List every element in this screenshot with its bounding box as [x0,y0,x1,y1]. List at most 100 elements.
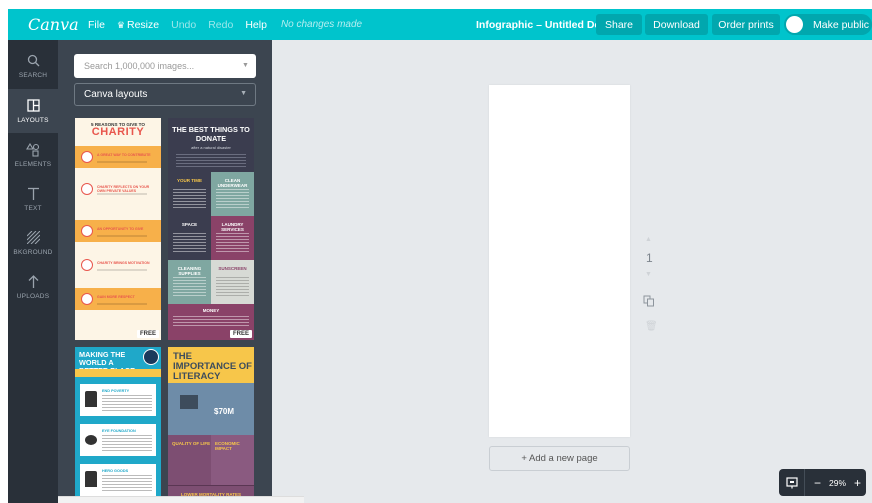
search-icon [27,54,40,70]
text-line [97,269,147,271]
bottom-scroll-strip [58,496,304,503]
sidebar-item-label: LAYOUTS [17,116,49,124]
thumbnail-cell-label: YOUR TIME [176,178,202,183]
present-icon[interactable] [779,469,805,496]
thumbnail-row-text: GAIN MORE RESPECT [97,295,135,299]
thumbnail-row: GAIN MORE RESPECT [75,288,161,310]
copy-icon[interactable] [643,295,655,307]
chevron-down-icon[interactable]: ▼ [645,271,652,278]
sidebar-item-layouts[interactable]: LAYOUTS [8,89,58,133]
thumbnail-cell-label: SPACE [181,222,198,227]
text-lines [176,154,246,168]
thumbnail-title: THE BEST THINGS TO DONATE [172,125,250,143]
layouts-panel: ▼ Canva layouts ▼ 5 REASONS TO GIVE TO C… [58,40,272,503]
page-number: 1 [646,251,653,265]
sidebar-item-elements[interactable]: ELEMENTS [8,133,58,177]
text-lines [216,233,249,253]
thumbnail-card-heading: END POVERTY [102,389,130,393]
text-line [97,235,147,237]
text-line [97,193,147,195]
uploads-icon [27,274,40,291]
layouts-dropdown[interactable]: Canva layouts ▼ [74,83,256,106]
thumbnail-cell: QUALITY OF LIFE [168,435,211,485]
layouts-icon [26,98,40,115]
text-lines [102,475,152,491]
thumbnail-cell: SUNSCREEN [211,260,254,304]
handshake-icon [81,293,93,305]
help-menu[interactable]: Help [245,19,267,31]
download-button[interactable]: Download [645,14,708,35]
thumbnail-cell: CLEANING SUPPLIES [168,260,211,304]
trash-icon[interactable]: 🗑 [645,321,658,332]
thumbnail-title: CHARITY [91,126,145,138]
sidebar-item-search[interactable]: SEARCH [8,44,58,88]
undo-button[interactable]: Undo [171,19,196,31]
redo-button[interactable]: Redo [208,19,233,31]
text-lines [216,189,249,209]
thumbnail-banner [75,369,161,377]
canva-logo[interactable]: Canva [28,15,79,34]
hand-icon [81,225,93,237]
heart-icon [81,151,93,163]
thumbnail-cell: SPACE [168,216,211,260]
layout-thumbnail-world[interactable]: MAKING THE WORLD A BETTER PLACE END POVE… [75,347,161,503]
sidebar-item-label: TEXT [24,204,42,212]
thumbnail-section [168,383,254,435]
thumbnail-cell: LAUNDRY SERVICES [211,216,254,260]
layout-thumbnail-charity[interactable]: 5 REASONS TO GIVE TO CHARITY A GREAT WAY… [75,118,161,340]
zoom-out-button[interactable]: − [814,476,821,490]
sidebar-item-label: UPLOADS [16,292,50,300]
person-icon [85,391,97,407]
text-lines [102,395,152,411]
thumbnail-title: THE IMPORTANCE OF LITERACY [173,351,252,382]
thumbnail-cell: YOUR TIME [168,172,211,216]
sidebar-item-text[interactable]: TEXT [8,177,58,221]
sidebar-item-label: BKGROUND [13,248,53,256]
thumbnail-cell: ECONOMIC IMPACT [211,435,254,485]
order-prints-button[interactable]: Order prints [712,14,780,35]
elements-icon [26,142,40,159]
resize-label: Resize [127,18,160,31]
text-icon [27,187,40,203]
thumbnail-cell-label: CLEANING SUPPLIES [177,266,202,276]
eye-icon [85,435,97,445]
thumbnail-card-heading: HERO GOODS [102,469,129,473]
thumbnail-row-text: CHARITY REFLECTS ON YOUR OWN PRIVATE VAL… [97,185,150,193]
thumbnail-row-text: A GREAT WAY TO CONTRIBUTE [97,153,151,157]
thumbnail-row-text: AN OPPORTUNITY TO GIVE [97,227,144,231]
thumbnail-card: END POVERTY [79,383,157,417]
layout-thumbnail-literacy[interactable]: THE IMPORTANCE OF LITERACY $70M QUALITY … [168,347,254,503]
text-line [97,161,147,163]
chevron-down-icon: ▼ [242,62,249,69]
text-lines [173,316,249,326]
text-lines [173,189,206,209]
thumbnail-row: CHARITY BRINGS MOTIVATION [75,254,161,276]
zoom-level[interactable]: 29% [829,478,846,488]
layout-thumbnail-donate[interactable]: THE BEST THINGS TO DONATE after a natura… [168,118,254,340]
text-lines [102,435,152,451]
file-menu[interactable]: File [88,19,105,31]
zoom-in-button[interactable]: + [854,476,861,490]
zoom-control: − 29% + [779,469,866,496]
design-page[interactable] [489,85,630,437]
free-badge: FREE [136,330,159,338]
save-status: No changes made [280,19,363,30]
sidebar-item-uploads[interactable]: UPLOADS [8,265,58,309]
thumbnail-cell-label: QUALITY OF LIFE [172,441,211,446]
text-lines [216,277,249,297]
thumbnail-cell-label: CLEAN UNDERWEAR [217,178,248,188]
thumbnail-cell-label: LAUNDRY SERVICES [221,222,244,232]
resize-menu[interactable]: ♛ Resize [117,19,159,31]
share-button[interactable]: Share [596,14,642,35]
top-toolbar: Canva File ♛ Resize Undo Redo Help No cha… [8,9,872,40]
image-search-input[interactable] [74,54,256,78]
editor-workspace: ▲ 1 ▼ 🗑 + Add a new page [272,40,872,503]
make-public-toggle[interactable]: Make public [784,14,872,35]
text-line [97,303,147,305]
scale-icon [85,471,97,487]
chevron-up-icon[interactable]: ▲ [645,236,652,243]
house-icon [180,395,198,409]
add-page-button[interactable]: + Add a new page [489,446,630,471]
globe-icon [143,349,159,365]
sidebar-item-background[interactable]: BKGROUND [8,221,58,265]
